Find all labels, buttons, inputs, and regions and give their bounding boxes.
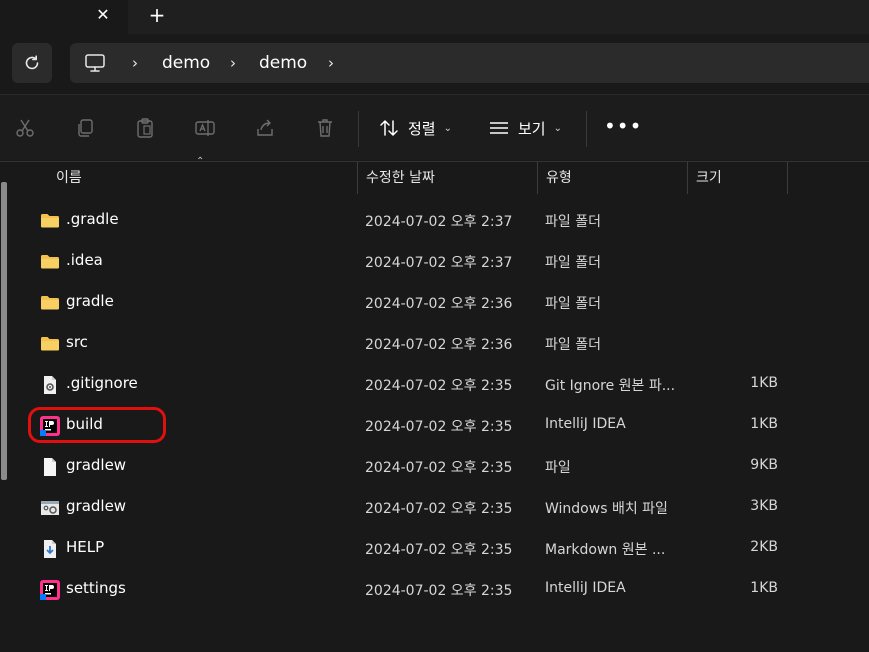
- file-type: 파일 폴더: [545, 337, 601, 353]
- breadcrumb-chevron-icon[interactable]: ›: [324, 52, 338, 74]
- folder-icon: [40, 334, 60, 354]
- file-row[interactable]: gradle 2024-07-02 오후 2:36 파일 폴더: [12, 282, 862, 323]
- computer-icon: [85, 54, 105, 72]
- new-tab-button[interactable]: +: [146, 4, 168, 26]
- breadcrumb-item-demo[interactable]: demo: [259, 52, 307, 74]
- chevron-down-icon: ⌄: [443, 122, 452, 134]
- file-name: .gradle: [66, 210, 119, 228]
- command-divider: [586, 111, 587, 147]
- file-date: 2024-07-02 오후 2:35: [365, 460, 513, 476]
- file-size: 1KB: [750, 375, 778, 391]
- chevron-down-icon: ⌄: [553, 122, 562, 134]
- share-icon[interactable]: [252, 115, 278, 141]
- address-row: › demo › demo ›: [0, 34, 869, 94]
- breadcrumb-chevron-icon[interactable]: ›: [226, 52, 240, 74]
- file-row[interactable]: .gradle 2024-07-02 오후 2:37 파일 폴더: [12, 200, 862, 241]
- file-icon: [40, 457, 60, 477]
- file-row[interactable]: settings 2024-07-02 오후 2:35 IntelliJ IDEA 1…: [12, 569, 862, 610]
- file-row[interactable]: gradlew 2024-07-02 오후 2:35 파일 9KB: [12, 446, 862, 487]
- file-date: 2024-07-02 오후 2:35: [365, 542, 513, 558]
- scrollbar-thumb[interactable]: [1, 182, 7, 480]
- sort-button[interactable]: 정렬 ⌄: [378, 113, 452, 143]
- file-date: 2024-07-02 오후 2:35: [365, 583, 513, 599]
- file-date: 2024-07-02 오후 2:35: [365, 378, 513, 394]
- rename-icon[interactable]: [192, 115, 218, 141]
- close-tab-button[interactable]: ✕: [92, 4, 114, 26]
- file-type: IntelliJ IDEA: [545, 416, 626, 432]
- file-row[interactable]: src 2024-07-02 오후 2:36 파일 폴더: [12, 323, 862, 364]
- file-type: IntelliJ IDEA: [545, 580, 626, 596]
- column-separator[interactable]: [787, 162, 788, 194]
- file-row[interactable]: build 2024-07-02 오후 2:35 IntelliJ IDEA 1KB: [12, 405, 862, 446]
- file-size: 3KB: [750, 498, 778, 514]
- sort-label: 정렬: [408, 119, 436, 138]
- file-name: gradlew: [66, 456, 127, 474]
- breadcrumb-item-demo[interactable]: demo: [162, 52, 210, 74]
- file-date: 2024-07-02 오후 2:36: [365, 296, 513, 312]
- refresh-icon: [25, 55, 39, 70]
- file-name: HELP: [66, 538, 105, 556]
- scrollbar-track[interactable]: [0, 182, 8, 642]
- file-type: 파일 폴더: [545, 255, 601, 271]
- folder-icon: [40, 293, 60, 313]
- file-name: gradle: [66, 292, 114, 310]
- file-size: 9KB: [750, 457, 778, 473]
- file-list: ⌃ 이름 수정한 날짜 유형 크기 .gradle 2024-07-02 오후 2…: [0, 156, 869, 652]
- folder-icon: [40, 252, 60, 272]
- column-header-name[interactable]: 이름: [48, 162, 356, 194]
- cut-icon[interactable]: [12, 115, 38, 141]
- file-name: build: [66, 415, 103, 433]
- file-name: .idea: [66, 251, 103, 269]
- list-view-icon: [490, 122, 508, 134]
- file-type: Windows 배치 파일: [545, 501, 668, 517]
- file-name: gradlew: [66, 497, 127, 515]
- file-type: 파일 폴더: [545, 214, 601, 230]
- batch-file-icon: [40, 498, 60, 518]
- column-header-size[interactable]: 크기: [688, 162, 786, 194]
- intellij-icon: [40, 416, 60, 436]
- sort-icon: [380, 120, 398, 136]
- folder-icon: [40, 211, 60, 231]
- intellij-icon: [40, 580, 60, 600]
- command-bar: 정렬 ⌄ 보기 ⌄ •••: [0, 94, 869, 160]
- refresh-button[interactable]: [12, 43, 52, 83]
- file-type: Git Ignore 원본 파...: [545, 378, 676, 394]
- file-name: .gitignore: [66, 374, 138, 392]
- delete-icon[interactable]: [312, 115, 338, 141]
- copy-icon[interactable]: [72, 115, 98, 141]
- column-header-date[interactable]: 수정한 날짜: [358, 162, 536, 194]
- file-row[interactable]: HELP 2024-07-02 오후 2:35 Markdown 원본 ... 2KB: [12, 528, 862, 569]
- active-tab[interactable]: ✕: [0, 0, 128, 34]
- file-row[interactable]: .idea 2024-07-02 오후 2:37 파일 폴더: [12, 241, 862, 282]
- file-date: 2024-07-02 오후 2:37: [365, 214, 513, 230]
- file-name: src: [66, 333, 88, 351]
- file-date: 2024-07-02 오후 2:36: [365, 337, 513, 353]
- file-size: 1KB: [750, 580, 778, 596]
- file-row[interactable]: gradlew 2024-07-02 오후 2:35 Windows 배치 파일 3K…: [12, 487, 862, 528]
- breadcrumb-chevron-icon[interactable]: ›: [128, 52, 142, 74]
- paste-icon[interactable]: [132, 115, 158, 141]
- file-type: 파일: [545, 460, 571, 476]
- file-type: Markdown 원본 ...: [545, 542, 666, 558]
- more-options-button[interactable]: •••: [604, 113, 641, 143]
- file-name: settings: [66, 579, 126, 597]
- address-bar[interactable]: › demo › demo ›: [70, 43, 869, 83]
- command-divider: [358, 111, 359, 147]
- view-label: 보기: [518, 119, 546, 138]
- column-header-type[interactable]: 유형: [538, 162, 686, 194]
- file-date: 2024-07-02 오후 2:35: [365, 501, 513, 517]
- markdown-icon: [40, 539, 60, 559]
- file-date: 2024-07-02 오후 2:35: [365, 419, 513, 435]
- file-row[interactable]: .gitignore 2024-07-02 오후 2:35 Git Ignore 원…: [12, 364, 862, 405]
- file-date: 2024-07-02 오후 2:37: [365, 255, 513, 271]
- tab-strip: ✕ +: [0, 0, 869, 34]
- file-size: 2KB: [750, 539, 778, 555]
- settings-file-icon: [40, 375, 60, 395]
- view-button[interactable]: 보기 ⌄: [488, 113, 562, 143]
- file-size: 1KB: [750, 416, 778, 432]
- file-type: 파일 폴더: [545, 296, 601, 312]
